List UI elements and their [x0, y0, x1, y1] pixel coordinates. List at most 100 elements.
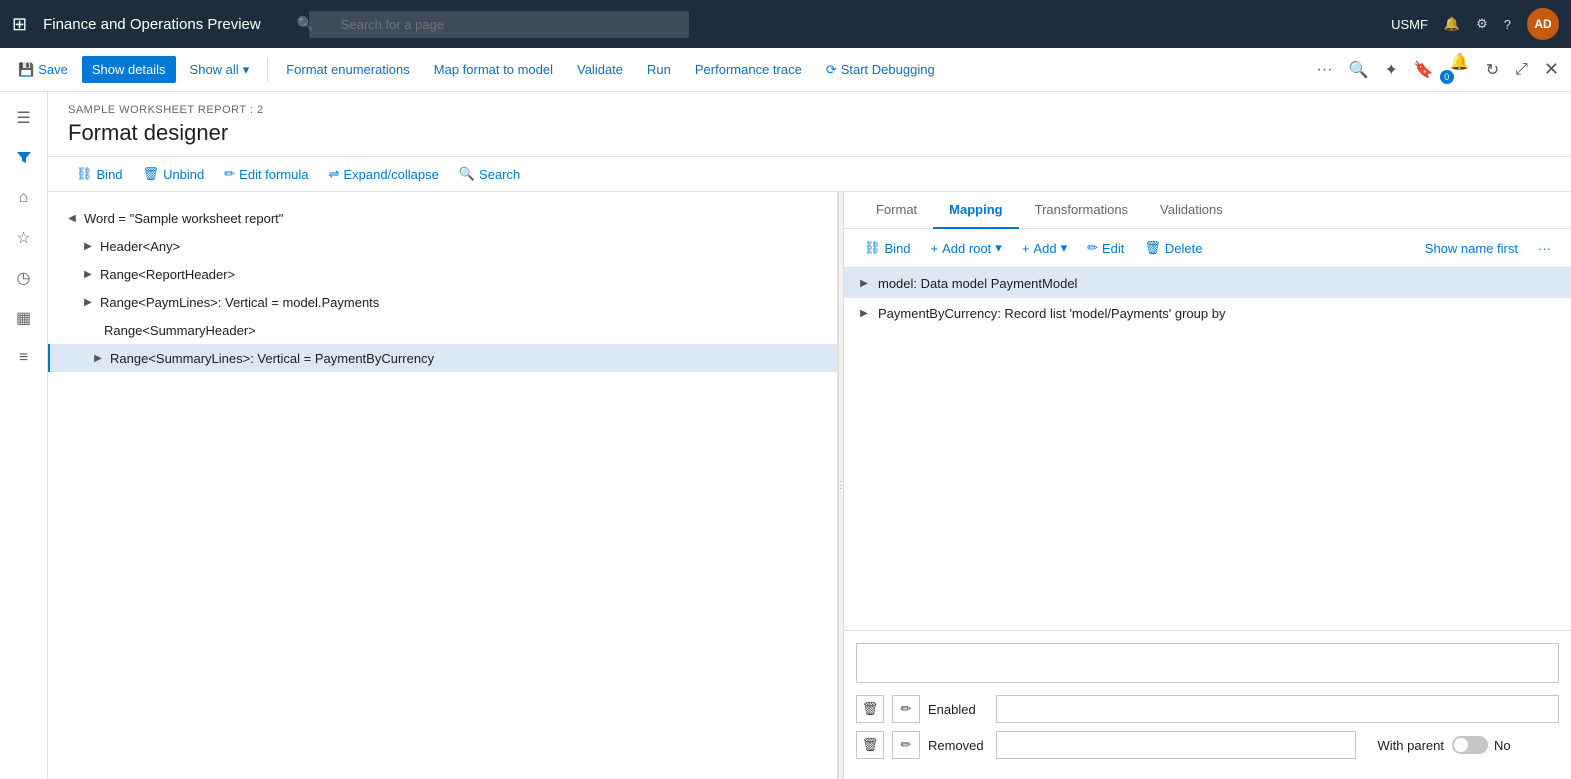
add-root-chevron-icon: ▾ [995, 240, 1002, 256]
sidebar-filter-icon[interactable] [6, 140, 42, 176]
add-root-button[interactable]: + Add root ▾ [923, 235, 1010, 261]
with-parent-toggle[interactable] [1452, 736, 1488, 754]
bookmark-button[interactable]: 🔖 [1410, 56, 1438, 84]
mapping-row-model[interactable]: ▶ model: Data model PaymentModel [844, 268, 1571, 298]
expand-icon: ⤢ [1515, 61, 1528, 79]
expand-collapse-button[interactable]: ⇌ Expand/collapse [321, 161, 447, 187]
with-parent-label: With parent [1364, 738, 1444, 753]
show-details-button[interactable]: Show details [82, 56, 176, 83]
map-expand-model: ▶ [856, 275, 872, 291]
separator-1 [267, 58, 268, 82]
cmd-icons-right: ··· 🔍 ✦ 🔖 🔔 0 ↻ ⤢ ✕ [1313, 48, 1563, 92]
removed-input[interactable] [996, 731, 1356, 759]
start-debugging-button[interactable]: ⟳ Start Debugging [816, 56, 945, 84]
mapping-bind-icon: ⛓ [864, 240, 881, 256]
sidebar-home-icon[interactable]: ⌂ [6, 180, 42, 216]
mapping-more-button[interactable]: ··· [1530, 236, 1559, 261]
global-search-input[interactable] [309, 11, 689, 38]
page-header: SAMPLE WORKSHEET REPORT : 2 Format desig… [48, 92, 1571, 157]
breadcrumb: SAMPLE WORKSHEET REPORT : 2 [68, 104, 1551, 116]
tree-expand-header: ▶ [80, 238, 96, 254]
mapping-tabs: Format Mapping Transformations Validatio… [844, 192, 1571, 229]
more-options-button[interactable]: ··· [1313, 57, 1337, 83]
sidebar-grid-icon[interactable]: ▦ [6, 300, 42, 336]
sidebar-star-icon[interactable]: ☆ [6, 220, 42, 256]
favorites-icon-button[interactable]: ✦ [1380, 56, 1401, 84]
performance-trace-button[interactable]: Performance trace [685, 56, 812, 83]
app-grid-icon[interactable]: ⊞ [12, 14, 27, 35]
bind-icon: ⛓ [76, 166, 93, 182]
tab-transformations[interactable]: Transformations [1019, 192, 1144, 229]
unbind-button[interactable]: 🗑 Unbind [135, 161, 213, 187]
tree-item-root[interactable]: ◀ Word = "Sample worksheet report" [48, 204, 837, 232]
sub-command-bar: ⛓ Bind 🗑 Unbind ✏ Edit formula ⇌ Expand/… [48, 157, 1571, 192]
search-icon-cmd: 🔍 [1349, 60, 1369, 80]
activity-icon: 🔔 [1450, 52, 1470, 72]
mapping-row-payment[interactable]: ▶ PaymentByCurrency: Record list 'model/… [844, 298, 1571, 328]
notification-count: 0 [1440, 70, 1454, 84]
content-area: SAMPLE WORKSHEET REPORT : 2 Format desig… [48, 92, 1571, 779]
show-all-button[interactable]: Show all ▾ [180, 56, 260, 84]
edit-mapping-icon: ✏ [1087, 240, 1098, 256]
tab-mapping[interactable]: Mapping [933, 192, 1018, 229]
tree-item-paym-lines[interactable]: ▶ Range<PaymLines>: Vertical = model.Pay… [48, 288, 837, 316]
edit-formula-button[interactable]: ✏ Edit formula [216, 161, 316, 187]
settings-gear-icon[interactable]: ⚙ [1476, 16, 1488, 32]
enabled-delete-button[interactable]: 🗑 [856, 695, 884, 723]
show-details-label: Show details [92, 62, 166, 77]
avatar[interactable]: AD [1527, 8, 1559, 40]
tab-format[interactable]: Format [860, 192, 933, 229]
delete-button[interactable]: 🗑 Delete [1136, 235, 1210, 261]
removed-label: Removed [928, 738, 988, 753]
top-nav-right: USMF 🔔 ⚙ ? AD [1391, 8, 1559, 40]
enabled-field-row: 🗑 ✏ Enabled [856, 695, 1559, 723]
tree-item-report-header[interactable]: ▶ Range<ReportHeader> [48, 260, 837, 288]
enabled-label: Enabled [928, 702, 988, 717]
add-icon: + [1022, 241, 1030, 256]
add-button[interactable]: + Add ▾ [1014, 235, 1075, 261]
sidebar-clock-icon[interactable]: ◷ [6, 260, 42, 296]
tree-item-summary-header[interactable]: Range<SummaryHeader> [48, 316, 837, 344]
bind-button[interactable]: ⛓ Bind [68, 161, 131, 187]
help-question-icon[interactable]: ? [1504, 17, 1511, 32]
save-button[interactable]: 💾 Save [8, 56, 78, 84]
tree-item-report-header-label: Range<ReportHeader> [100, 267, 235, 282]
tree-item-summary-header-label: Range<SummaryHeader> [104, 323, 256, 338]
main-layout: ☰ ⌂ ☆ ◷ ▦ ≡ SAMPLE WORKSHEET REPORT : 2 … [0, 92, 1571, 779]
enabled-edit-button[interactable]: ✏ [892, 695, 920, 723]
app-title: Finance and Operations Preview [43, 16, 261, 33]
search-format-button[interactable]: 🔍 Search [451, 161, 528, 187]
tree-expand-root: ◀ [64, 210, 80, 226]
show-name-first-button[interactable]: Show name first [1417, 236, 1526, 261]
removed-delete-button[interactable]: 🗑 [856, 731, 884, 759]
map-format-to-model-button[interactable]: Map format to model [424, 56, 563, 83]
tree-item-summary-lines[interactable]: ▶ Range<SummaryLines>: Vertical = Paymen… [48, 344, 837, 372]
removed-edit-button[interactable]: ✏ [892, 731, 920, 759]
validate-button[interactable]: Validate [567, 56, 633, 83]
notification-bell-icon[interactable]: 🔔 [1444, 16, 1460, 32]
right-panel: Format Mapping Transformations Validatio… [844, 192, 1571, 779]
bookmark-icon: 🔖 [1414, 60, 1434, 80]
sidebar-list-icon[interactable]: ≡ [6, 340, 42, 376]
user-label[interactable]: USMF [1391, 17, 1428, 32]
mapping-bind-button[interactable]: ⛓ Bind [856, 235, 919, 261]
search-cmd-button[interactable]: 🔍 [1345, 56, 1373, 84]
expand-collapse-icon: ⇌ [329, 166, 340, 182]
tree-expand-summary-lines: ▶ [90, 350, 106, 366]
enabled-input[interactable] [996, 695, 1559, 723]
tree-expand-report-header: ▶ [80, 266, 96, 282]
expand-button[interactable]: ⤢ [1511, 57, 1532, 83]
with-parent-toggle-wrapper: No [1452, 736, 1511, 754]
close-button[interactable]: ✕ [1540, 55, 1563, 84]
run-button[interactable]: Run [637, 56, 681, 83]
removed-field-row: 🗑 ✏ Removed With parent No [856, 731, 1559, 759]
formula-box[interactable] [856, 643, 1559, 683]
sidebar-hamburger-icon[interactable]: ☰ [6, 100, 42, 136]
format-enumerations-button[interactable]: Format enumerations [276, 56, 420, 83]
tree-expand-paym-lines: ▶ [80, 294, 96, 310]
tab-validations[interactable]: Validations [1144, 192, 1239, 229]
edit-mapping-button[interactable]: ✏ Edit [1079, 235, 1132, 261]
refresh-button[interactable]: ↻ [1482, 56, 1503, 84]
tree-item-header[interactable]: ▶ Header<Any> [48, 232, 837, 260]
mapping-more-dots-icon: ··· [1538, 241, 1551, 256]
